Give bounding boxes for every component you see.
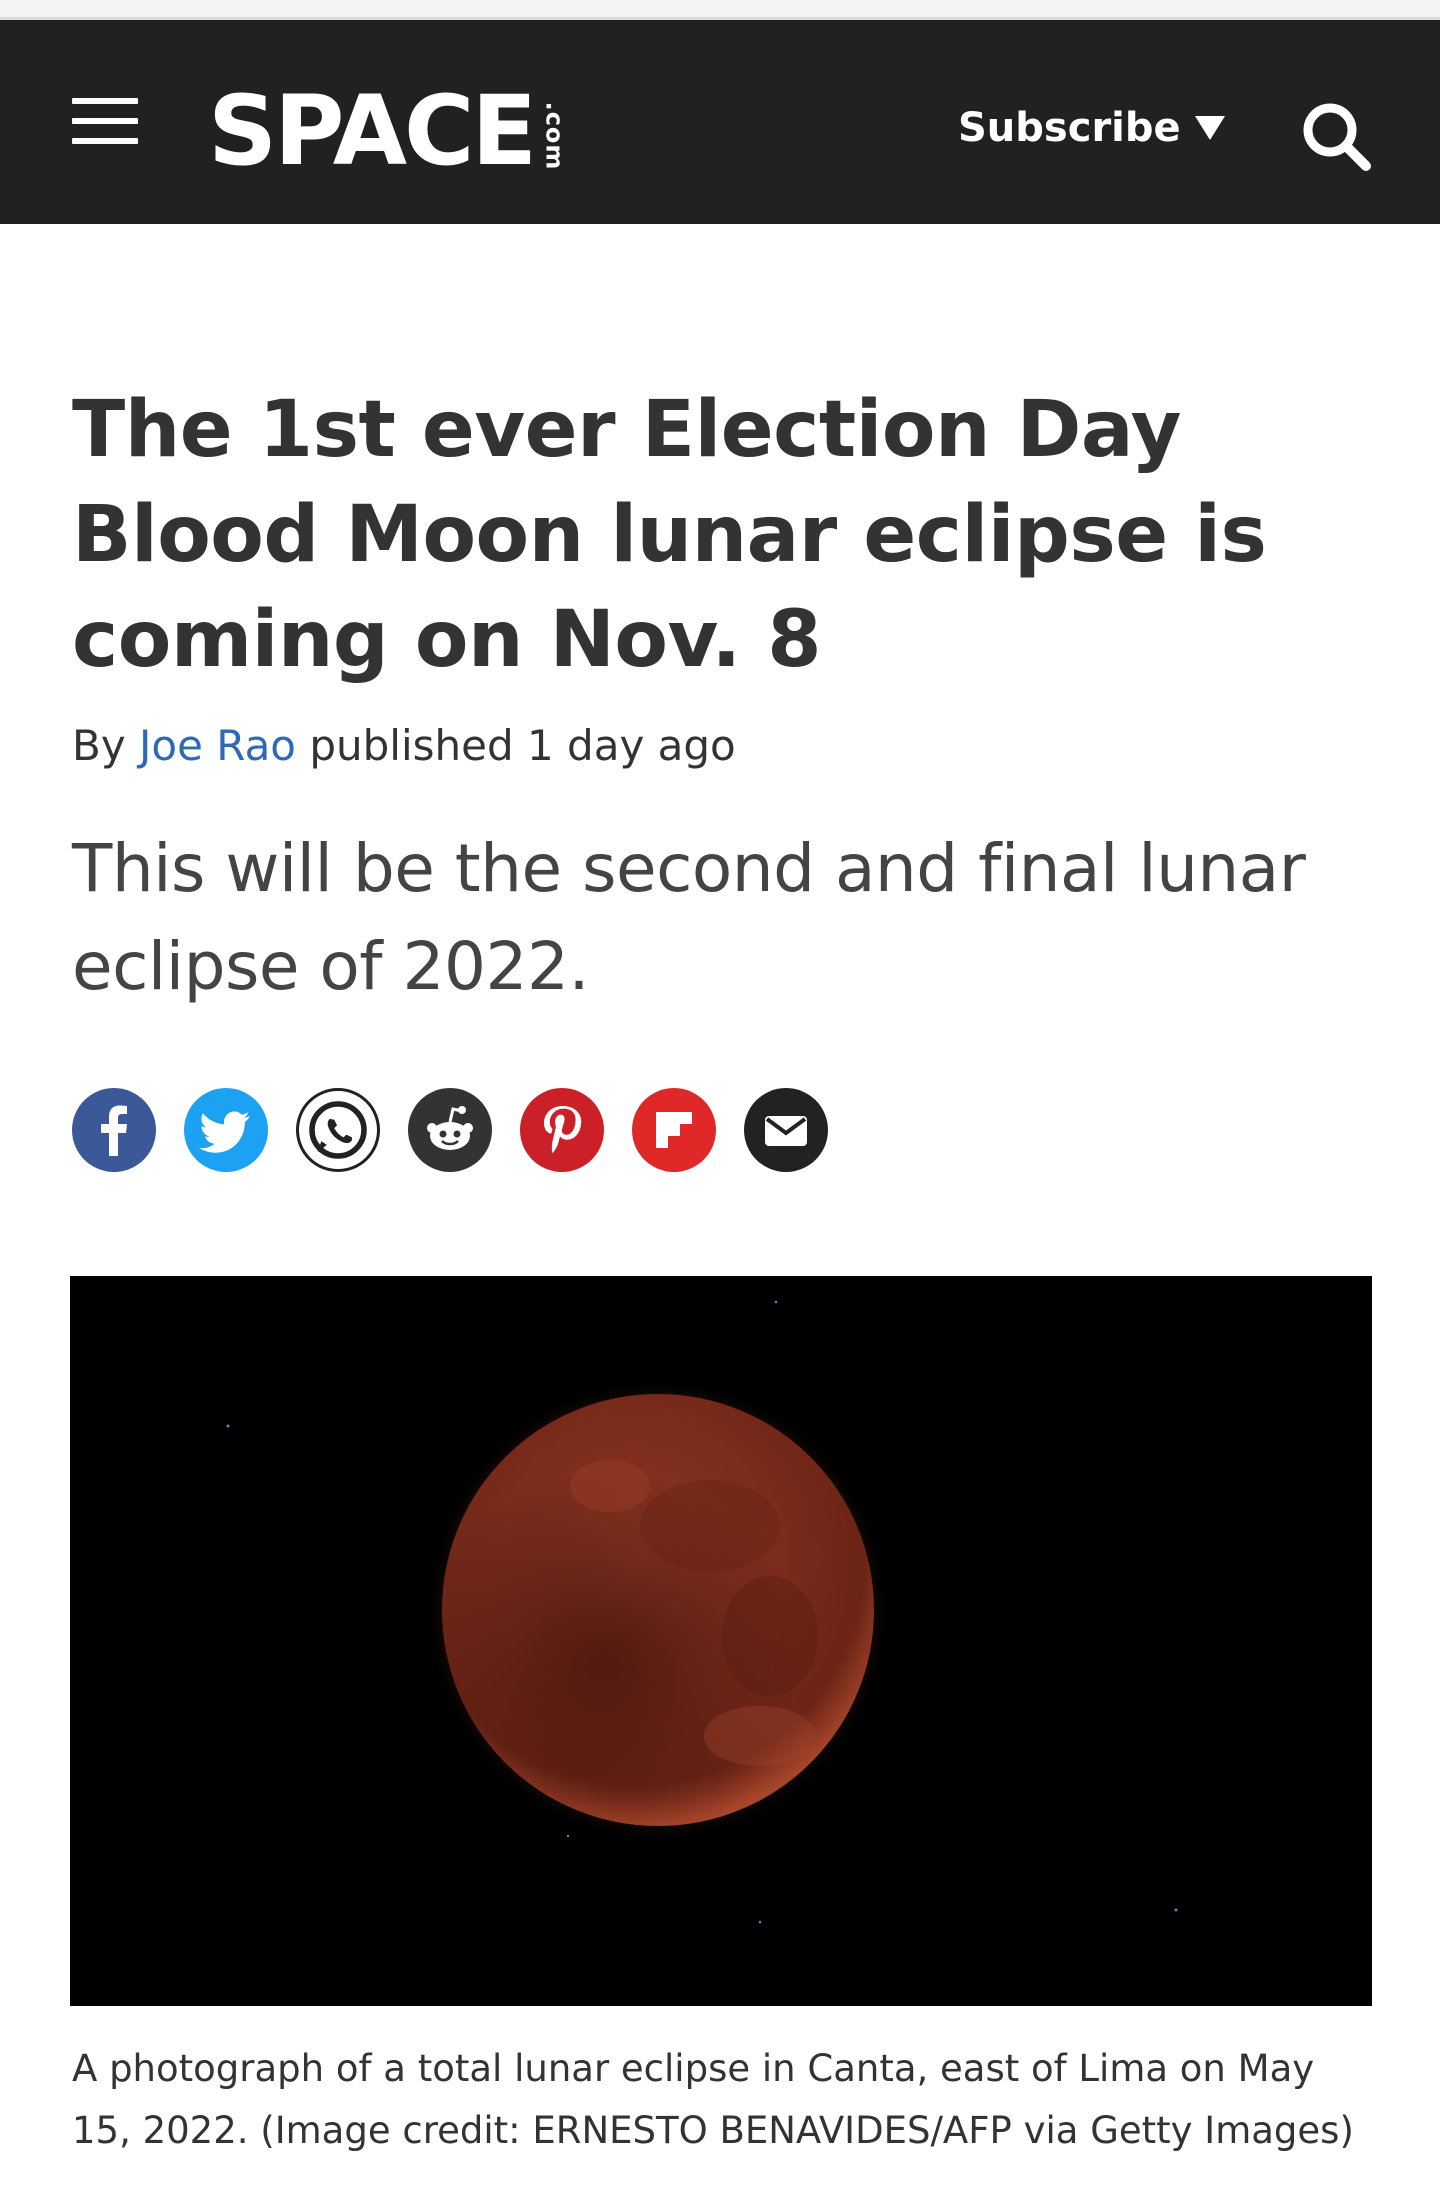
- image-caption: A photograph of a total lunar eclipse in…: [72, 2038, 1372, 2162]
- pinterest-icon: [544, 1106, 582, 1153]
- hamburger-menu-icon[interactable]: [72, 98, 138, 144]
- twitter-share-button[interactable]: [184, 1088, 268, 1172]
- pinterest-share-button[interactable]: [520, 1088, 604, 1172]
- reddit-icon: [427, 1106, 473, 1150]
- caret-down-icon: [1194, 116, 1225, 140]
- reddit-share-button[interactable]: [408, 1088, 492, 1172]
- image-credit: (Image credit: ERNESTO BENAVIDES/AFP via…: [260, 2109, 1354, 2152]
- share-bar: [72, 1088, 856, 1172]
- byline-prefix: By: [72, 721, 126, 770]
- site-logo[interactable]: SPACE .com: [208, 76, 589, 186]
- subscribe-button[interactable]: Subscribe: [958, 98, 1225, 158]
- facebook-icon: [101, 1105, 127, 1156]
- twitter-icon: [199, 1111, 250, 1153]
- whatsapp-share-button[interactable]: [296, 1088, 380, 1172]
- flipboard-share-button[interactable]: [632, 1088, 716, 1172]
- logo-text: SPACE: [208, 75, 537, 187]
- flipboard-icon: [656, 1112, 692, 1148]
- published-time: published 1 day ago: [309, 721, 736, 770]
- facebook-share-button[interactable]: [72, 1088, 156, 1172]
- hero-image-blood-moon: [70, 1276, 1372, 2006]
- subscribe-label: Subscribe: [958, 105, 1181, 151]
- whatsapp-icon: [309, 1101, 367, 1159]
- byline: By Joe Rao published 1 day ago: [72, 718, 736, 774]
- email-share-button[interactable]: [744, 1088, 828, 1172]
- search-icon[interactable]: [1300, 100, 1372, 172]
- browser-top-strip: [0, 0, 1440, 20]
- article-standfirst: This will be the second and final lunar …: [72, 830, 1306, 1005]
- site-header: SPACE .com Subscribe: [0, 20, 1440, 224]
- article-headline: The 1st ever Election Day Blood Moon lun…: [72, 385, 1267, 685]
- email-icon: [765, 1116, 807, 1146]
- author-link[interactable]: Joe Rao: [139, 721, 296, 770]
- logo-suffix: .com: [540, 101, 569, 171]
